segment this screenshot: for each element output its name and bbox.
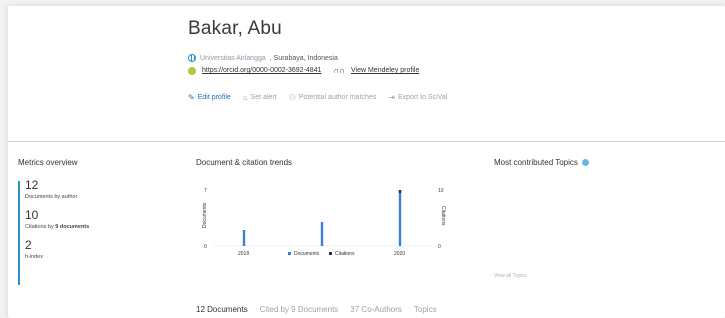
export-scival-label: Export to SciVal xyxy=(398,94,448,101)
set-alert-button[interactable]: ⌂ Set alert xyxy=(243,93,277,102)
topics-panel: Most contributed Topics xyxy=(494,158,694,167)
documents-bar xyxy=(242,230,246,246)
hindex-value[interactable]: 2 xyxy=(25,239,178,252)
y-axis-label-left: Documents xyxy=(202,202,208,228)
citations-bar xyxy=(398,190,402,193)
citations-label-docs[interactable]: 9 documents xyxy=(55,224,89,230)
y-tick-right: 10 xyxy=(438,188,444,194)
orcid-link[interactable]: https://orcid.org/0000-0002-3692-4841 xyxy=(202,67,321,74)
profile-actions: ✎ Edit profile ⌂ Set alert ⚇ Potential a… xyxy=(188,93,708,102)
author-matches-label: Potential author matches xyxy=(298,94,377,101)
metrics-list: 12 Documents by author 10 Citations by 9… xyxy=(18,179,178,285)
affiliation-university[interactable]: Universitas Airlangga xyxy=(200,55,266,62)
export-scival-button[interactable]: ⇥ Export to SciVal xyxy=(388,93,447,102)
tab-cited-by[interactable]: Cited by 9 Documents xyxy=(260,305,339,314)
set-alert-label: Set alert xyxy=(250,94,277,101)
legend-label-citations: Citations xyxy=(335,251,355,257)
metrics-title: Metrics overview xyxy=(18,158,78,167)
header-divider xyxy=(8,141,725,142)
people-icon: ⚇ xyxy=(288,93,296,102)
citations-label-text: Citations by xyxy=(25,224,56,230)
author-matches-button[interactable]: ⚇ Potential author matches xyxy=(289,93,377,102)
documents-count[interactable]: 12 xyxy=(25,179,178,192)
x-tick-label: 2020 xyxy=(394,251,405,257)
view-all-topics-link[interactable]: View all Topics xyxy=(494,273,527,279)
edit-profile-label: Edit profile xyxy=(197,94,231,101)
topics-title: Most contributed Topics xyxy=(494,158,694,167)
x-tick-label: 2018 xyxy=(238,251,249,257)
tab-documents[interactable]: 12 Documents xyxy=(196,305,248,314)
legend-swatch-citations xyxy=(329,252,332,255)
hindex-label: h-index xyxy=(25,254,44,260)
y-tick-left: 0 xyxy=(204,244,207,250)
metrics-overview: Metrics overview 12 Documents by author … xyxy=(18,158,178,285)
documents-bar xyxy=(320,222,324,246)
legend-swatch-documents xyxy=(288,252,291,255)
bell-icon: ⌂ xyxy=(242,93,248,102)
y-axis-label-right: Citations xyxy=(440,206,446,226)
citations-label: Citations by 9 documents xyxy=(25,224,178,230)
export-icon: ⇥ xyxy=(388,93,396,102)
legend-label-documents: Documents xyxy=(294,251,320,257)
author-header: Bakar, Abu Universitas Airlangga, Suraba… xyxy=(188,18,708,102)
mendeley-link[interactable]: View Mendeley profile xyxy=(351,67,419,74)
author-name: Bakar, Abu xyxy=(188,18,282,39)
pencil-icon: ✎ xyxy=(188,93,195,102)
edit-profile-button[interactable]: ✎ Edit profile xyxy=(188,93,231,102)
results-tabs: 12 Documents Cited by 9 Documents 37 Co-… xyxy=(196,305,437,314)
mendeley-icon: ∩∩ xyxy=(333,66,345,75)
globe-icon xyxy=(188,54,196,62)
citations-count[interactable]: 10 xyxy=(25,209,178,222)
tab-topics[interactable]: Topics xyxy=(414,305,437,314)
y-tick-left: 7 xyxy=(204,188,207,194)
profile-links: https://orcid.org/0000-0002-3692-4841 ∩∩… xyxy=(188,66,708,75)
metrics-accent-bar xyxy=(18,181,20,285)
orcid-icon xyxy=(188,66,196,75)
documents-label: Documents by author xyxy=(25,194,78,200)
info-icon[interactable] xyxy=(582,159,590,167)
affiliation-location: , Surabaya, Indonesia xyxy=(269,54,338,62)
y-tick-right: 0 xyxy=(438,244,441,250)
affiliation-line: Universitas Airlangga, Surabaya, Indones… xyxy=(188,54,708,62)
tab-co-authors[interactable]: 37 Co-Authors xyxy=(350,305,402,314)
trends-chart: 7 0 10 0 Documents Citations 2018 2020 Documents… xyxy=(202,188,446,257)
topics-title-text: Most contributed Topics xyxy=(494,158,578,167)
documents-bar xyxy=(398,190,402,246)
citation-trends-panel: Document & citation trends 7 0 10 0 Document… xyxy=(196,158,466,257)
